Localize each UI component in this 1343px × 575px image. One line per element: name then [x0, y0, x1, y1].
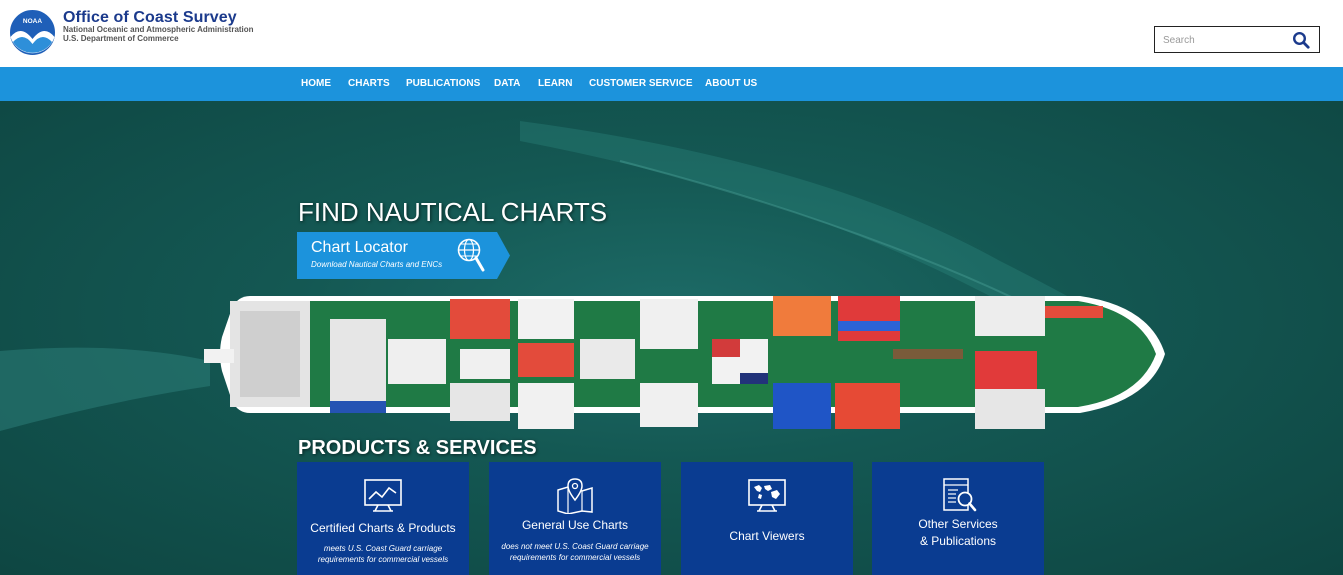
main-nav: HOME CHARTS PUBLICATIONS DATA LEARN CUST… — [0, 67, 1343, 101]
card-title-line1: Other Services — [918, 517, 998, 531]
document-search-icon — [943, 478, 977, 512]
card-title: General Use Charts — [521, 518, 629, 532]
hero-background-image — [0, 121, 1165, 431]
nav-item-data[interactable]: DATA — [494, 78, 520, 90]
card-chart-viewers[interactable]: Chart Viewers — [681, 462, 853, 575]
globe-magnifier-icon — [457, 238, 485, 272]
chart-locator-subtitle: Download Nautical Charts and ENCs — [311, 260, 443, 269]
card-general-use-charts[interactable]: General Use Charts does not meet U.S. Co… — [489, 462, 661, 575]
nav-item-customer-service[interactable]: CUSTOMER SERVICE — [589, 78, 693, 90]
search-box — [1154, 26, 1320, 53]
nav-item-charts[interactable]: CHARTS — [348, 78, 390, 90]
find-charts-heading: FIND NAUTICAL CHARTS — [298, 197, 608, 227]
card-description: does not meet U.S. Coast Guard carriage … — [501, 542, 649, 562]
site-header: NOAA Office of Coast Survey National Oce… — [0, 0, 1343, 67]
card-description: meets U.S. Coast Guard carriage requirem… — [317, 544, 449, 564]
hero-banner: FIND NAUTICAL CHARTS Chart Locator Downl… — [0, 101, 1343, 575]
chart-locator-title: Chart Locator — [311, 239, 408, 256]
card-other-services[interactable]: Other Services & Publications — [872, 462, 1044, 575]
nav-item-learn[interactable]: LEARN — [538, 78, 572, 90]
card-certified-charts[interactable]: Certified Charts & Products meets U.S. C… — [297, 462, 469, 575]
nav-item-about-us[interactable]: ABOUT US — [705, 78, 757, 90]
card-title: Chart Viewers — [729, 529, 805, 543]
monitor-world-icon — [748, 479, 786, 512]
products-services-heading: PRODUCTS & SERVICES — [298, 437, 537, 459]
nav-item-home[interactable]: HOME — [301, 78, 331, 90]
search-input[interactable] — [1163, 32, 1283, 48]
card-title-line2: & Publications — [919, 534, 997, 548]
chart-locator-button[interactable]: Chart Locator Download Nautical Charts a… — [297, 232, 510, 279]
site-title[interactable]: Office of Coast Survey — [63, 9, 237, 26]
monitor-chart-icon — [364, 479, 402, 512]
noaa-logo[interactable]: NOAA — [9, 9, 56, 56]
noaa-logo-text: NOAA — [23, 18, 42, 25]
card-title: Certified Charts & Products — [310, 521, 456, 535]
map-pin-icon — [557, 478, 593, 514]
site-subtitle-department: U.S. Department of Commerce — [63, 34, 179, 43]
search-icon[interactable] — [1292, 31, 1310, 49]
site-subtitle-agency: National Oceanic and Atmospheric Adminis… — [63, 25, 254, 34]
nav-item-publications[interactable]: PUBLICATIONS — [406, 78, 480, 90]
